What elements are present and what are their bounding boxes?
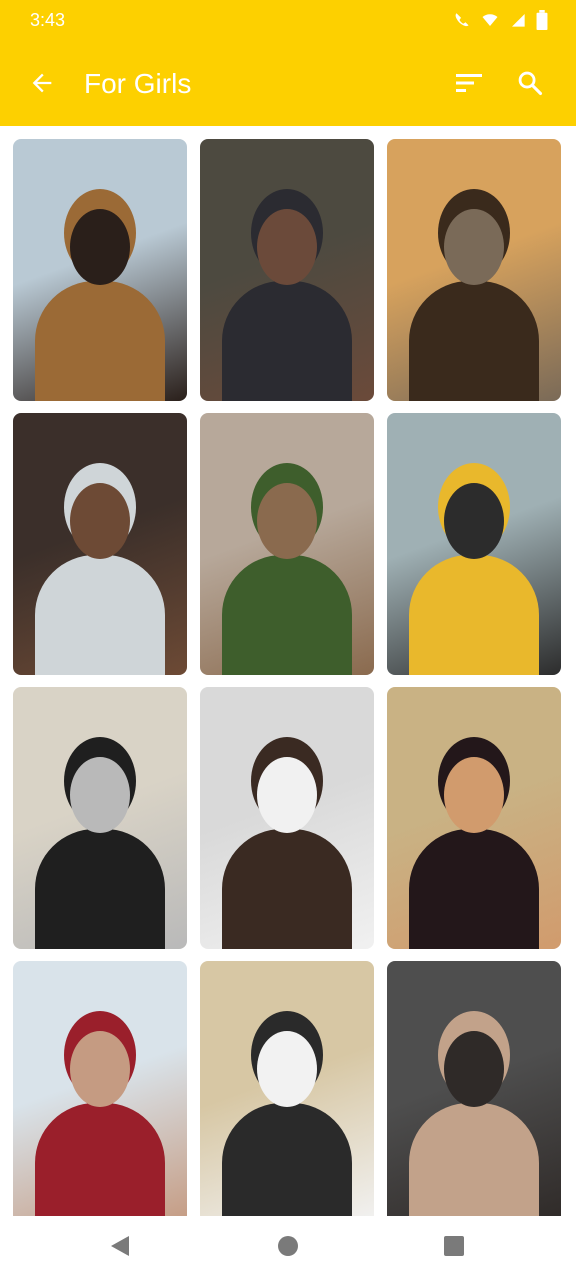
signal-icon: [510, 11, 526, 34]
search-button[interactable]: [508, 65, 552, 105]
photo-subject-body: [35, 281, 165, 401]
wallpaper-thumbnail[interactable]: [387, 139, 561, 401]
photo-subject-head: [70, 209, 130, 285]
photo-subject-body: [222, 1103, 352, 1216]
wallpaper-grid: [13, 139, 563, 1216]
circle-home-icon: [276, 1234, 300, 1263]
wallpaper-thumbnail[interactable]: [13, 139, 187, 401]
photo-subject-head: [257, 209, 317, 285]
photo-subject-head: [444, 483, 504, 559]
photo-subject-body: [222, 281, 352, 401]
wifi-icon: [480, 11, 500, 34]
photo-subject-head: [444, 757, 504, 833]
status-icons: [452, 10, 548, 35]
system-nav-bar: [0, 1216, 576, 1280]
sort-button[interactable]: [449, 65, 489, 105]
battery-icon: [536, 10, 548, 35]
photo-subject-head: [444, 209, 504, 285]
photo-subject-head: [70, 1031, 130, 1107]
wallpaper-thumbnail[interactable]: [13, 687, 187, 949]
wallpaper-thumbnail[interactable]: [13, 961, 187, 1216]
photo-subject-head: [444, 1031, 504, 1107]
sort-icon: [454, 71, 484, 100]
photo-subject-head: [257, 757, 317, 833]
nav-home-button[interactable]: [268, 1230, 308, 1266]
wallpaper-thumbnail[interactable]: [387, 687, 561, 949]
status-time: 3:43: [30, 10, 66, 30]
photo-subject-head: [70, 483, 130, 559]
search-icon: [516, 69, 544, 102]
photo-subject-body: [409, 555, 539, 675]
square-recents-icon: [442, 1234, 466, 1263]
photo-subject-body: [409, 281, 539, 401]
wallpaper-thumbnail[interactable]: [200, 413, 374, 675]
photo-subject-head: [257, 483, 317, 559]
photo-subject-body: [35, 555, 165, 675]
call-icon: [452, 11, 470, 34]
wallpaper-thumbnail[interactable]: [200, 139, 374, 401]
page-title: For Girls: [84, 68, 192, 99]
app-bar: For Girls: [0, 44, 576, 126]
wallpaper-thumbnail[interactable]: [387, 413, 561, 675]
back-button[interactable]: [22, 65, 62, 105]
wallpaper-thumbnail[interactable]: [13, 413, 187, 675]
wallpaper-thumbnail[interactable]: [387, 961, 561, 1216]
arrow-back-icon: [28, 69, 56, 102]
photo-subject-head: [257, 1031, 317, 1107]
nav-recents-button[interactable]: [434, 1230, 474, 1266]
photo-subject-head: [70, 757, 130, 833]
photo-subject-body: [222, 555, 352, 675]
triangle-back-icon: [109, 1234, 131, 1263]
photo-subject-body: [35, 1103, 165, 1216]
wallpaper-thumbnail[interactable]: [200, 961, 374, 1216]
photo-subject-body: [222, 829, 352, 949]
status-bar: 3:43: [0, 0, 576, 44]
photo-subject-body: [35, 829, 165, 949]
photo-subject-body: [409, 1103, 539, 1216]
photo-subject-body: [409, 829, 539, 949]
nav-back-button[interactable]: [100, 1230, 140, 1266]
wallpaper-thumbnail[interactable]: [200, 687, 374, 949]
